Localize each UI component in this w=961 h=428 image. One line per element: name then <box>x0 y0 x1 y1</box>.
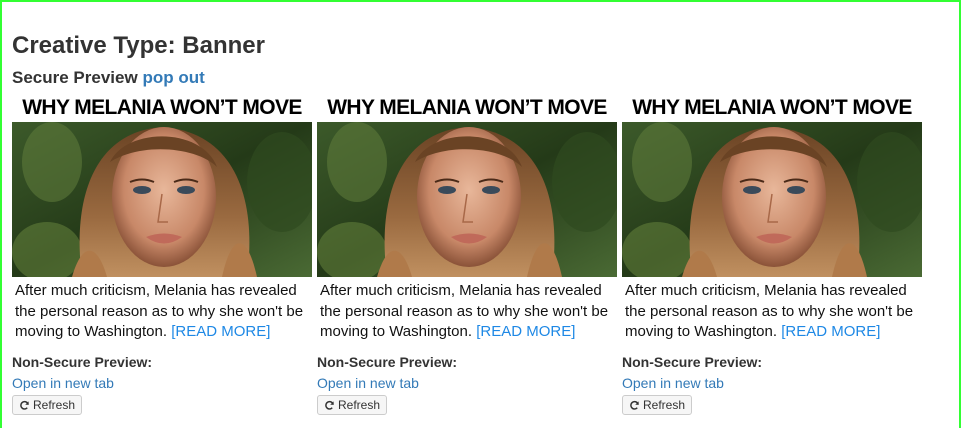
ad-headline[interactable]: WHY MELANIA WON’T MOVE <box>317 95 617 122</box>
non-secure-preview-label: Non-Secure Preview: <box>12 354 153 370</box>
ad-body[interactable]: After much criticism, Melania has reveal… <box>12 277 312 343</box>
non-secure-preview: Non-Secure Preview: Open in new tab Refr… <box>12 353 312 416</box>
banner-ad[interactable]: WHY MELANIA WON’T MOVE After much critic… <box>12 95 312 343</box>
refresh-label: Refresh <box>338 398 381 412</box>
read-more-link[interactable]: [READ MORE] <box>781 323 880 340</box>
banner-ad[interactable]: WHY MELANIA WON’T MOVE After much critic… <box>622 95 922 343</box>
ad-headline[interactable]: WHY MELANIA WON’T MOVE <box>622 95 922 122</box>
refresh-button[interactable]: Refresh <box>12 395 83 415</box>
ad-body[interactable]: After much criticism, Melania has reveal… <box>622 277 922 343</box>
non-secure-preview: Non-Secure Preview: Open in new tab Refr… <box>622 353 922 416</box>
refresh-label: Refresh <box>643 398 686 412</box>
ad-image[interactable] <box>12 122 312 277</box>
refresh-icon <box>630 400 639 410</box>
ad-image[interactable] <box>622 122 922 277</box>
ad-headline[interactable]: WHY MELANIA WON’T MOVE <box>12 95 312 122</box>
secure-preview-line: Secure Preview pop out <box>12 67 205 89</box>
ad-image[interactable] <box>317 122 617 277</box>
secure-preview-label: Secure Preview <box>12 68 138 87</box>
read-more-link[interactable]: [READ MORE] <box>476 323 575 340</box>
read-more-link[interactable]: [READ MORE] <box>171 323 270 340</box>
open-in-new-tab-link[interactable]: Open in new tab <box>317 374 617 392</box>
pop-out-link[interactable]: pop out <box>142 68 204 87</box>
open-in-new-tab-link[interactable]: Open in new tab <box>622 374 922 392</box>
non-secure-preview-label: Non-Secure Preview: <box>622 354 763 370</box>
refresh-button[interactable]: Refresh <box>622 395 693 415</box>
ad-body[interactable]: After much criticism, Melania has reveal… <box>317 277 617 343</box>
refresh-button[interactable]: Refresh <box>317 395 388 415</box>
open-in-new-tab-link[interactable]: Open in new tab <box>12 374 312 392</box>
banner-ad[interactable]: WHY MELANIA WON’T MOVE After much critic… <box>317 95 617 343</box>
page-title: Creative Type: Banner <box>12 32 265 59</box>
refresh-icon <box>20 400 29 410</box>
non-secure-preview: Non-Secure Preview: Open in new tab Refr… <box>317 353 617 416</box>
non-secure-preview-label: Non-Secure Preview: <box>317 354 458 370</box>
refresh-label: Refresh <box>33 398 76 412</box>
refresh-icon <box>325 400 334 410</box>
